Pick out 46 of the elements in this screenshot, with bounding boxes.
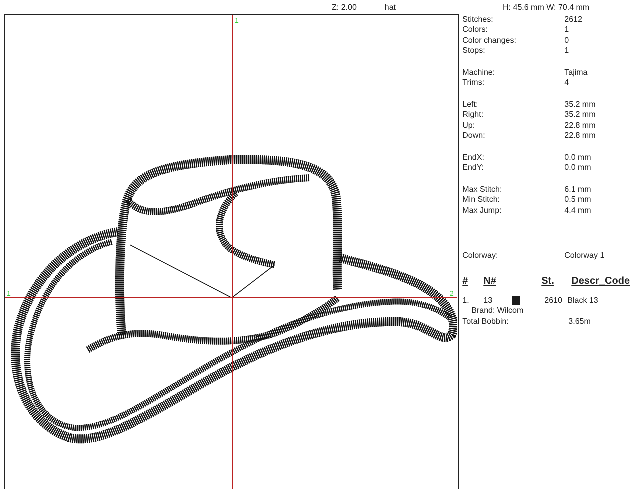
column-header: Descr_Code — [572, 276, 630, 286]
stat-value: 1 — [564, 25, 570, 34]
stat-value: 0.0 mm — [564, 163, 592, 172]
stat-value: 35.2 mm — [564, 110, 596, 120]
stat-label: Stitches: — [462, 14, 494, 24]
stat-label: Colors: — [462, 25, 489, 34]
table-cell-text: 2610 — [544, 296, 564, 305]
thread-brand: Brand: Wilcom — [472, 306, 525, 316]
stat-value: 0 — [564, 36, 570, 45]
table-cell: Black 13 — [568, 296, 598, 305]
stat-value: 22.8 mm — [564, 120, 596, 130]
stat-label: EndX: — [462, 152, 486, 162]
stat-value: 22.8 mm — [564, 131, 596, 140]
colorway-value: Colorway 1 — [564, 251, 605, 260]
stat-label: EndY: — [462, 163, 485, 172]
stat-label: Max Jump: — [462, 206, 503, 215]
stat-label: Color changes: — [462, 36, 518, 45]
colorway-label: Colorway: — [462, 251, 500, 260]
stat-label: Down: — [462, 131, 486, 140]
stat-value: 2612 — [564, 14, 582, 24]
stat-value: 35.2 mm — [564, 100, 596, 109]
stat-label: Right: — [462, 110, 485, 120]
column-header: St. — [542, 276, 556, 286]
stat-value: Tajima — [564, 68, 588, 77]
stat-value: 0.0 mm — [564, 152, 592, 162]
stat-value: 6.1 mm — [564, 184, 592, 194]
stat-value: 1 — [564, 46, 570, 56]
stat-label: Stops: — [462, 46, 486, 56]
design-dimensions: H: 45.6 mm W: 70.4 mm — [503, 2, 590, 12]
stat-label: Trims: — [462, 78, 486, 88]
column-header: N# — [484, 276, 498, 286]
stat-label: Min Stitch: — [462, 195, 501, 204]
stat-value: 0.5 mm — [564, 195, 592, 204]
column-header: # — [462, 276, 470, 286]
stat-label: Max Stitch: — [462, 184, 504, 194]
table-cell-text: 13 — [484, 296, 494, 305]
stat-label: Left: — [462, 100, 480, 109]
stat-value: 4.4 mm — [564, 206, 592, 215]
total-bobbin-label: Total Bobbin: — [462, 316, 510, 326]
total-bobbin-value: 3.65m — [568, 316, 591, 326]
table-cell-text: 1. — [462, 296, 470, 305]
zoom-level: Z: 2.00 — [332, 2, 357, 12]
design-name: hat — [384, 2, 396, 12]
stat-label: Up: — [462, 120, 476, 130]
stat-value: 4 — [564, 78, 570, 88]
stat-label: Machine: — [462, 68, 496, 77]
